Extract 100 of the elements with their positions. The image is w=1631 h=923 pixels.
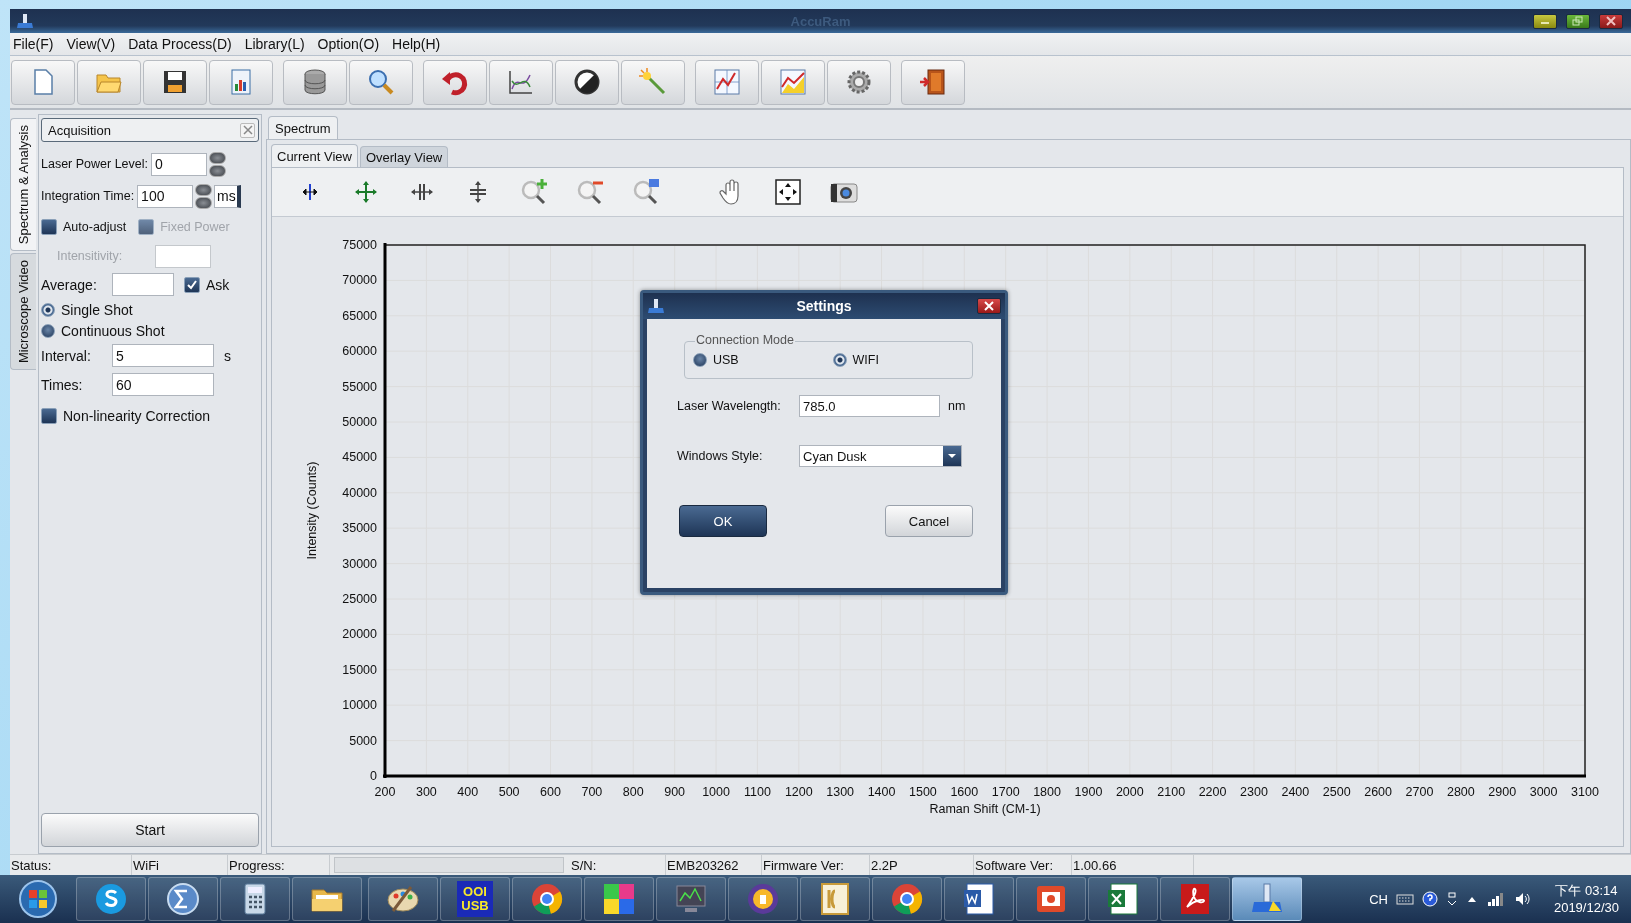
signal-icon[interactable]: [1485, 891, 1506, 907]
taskbar-app[interactable]: [800, 877, 870, 921]
x-tick-label: 1100: [743, 785, 771, 799]
field-label: Laser Wavelength:: [677, 399, 782, 413]
radio-dot[interactable]: [41, 302, 55, 317]
taskbar-app[interactable]: [512, 877, 582, 921]
ok-button[interactable]: OK: [679, 505, 767, 537]
radio-button[interactable]: Single Shot: [41, 301, 133, 318]
checkbox-box[interactable]: [184, 276, 200, 293]
taskbar-app[interactable]: [1088, 877, 1158, 921]
checkbox[interactable]: Ask: [184, 276, 230, 293]
contrast-icon: [572, 67, 602, 97]
taskbar-app[interactable]: [1016, 877, 1086, 921]
minimize-button[interactable]: [1533, 13, 1557, 29]
x-tick-label: 500: [498, 785, 520, 799]
x-tick-label: 1600: [950, 785, 979, 799]
input-field[interactable]: 785.0: [799, 395, 940, 417]
tab[interactable]: Current View: [271, 144, 358, 167]
restore-button[interactable]: [1566, 13, 1590, 29]
x-tick-label: 1800: [1033, 785, 1061, 799]
taskbar-app[interactable]: [1160, 877, 1230, 921]
input-language[interactable]: CH: [1369, 891, 1388, 907]
radio-dot[interactable]: [41, 323, 55, 338]
y-tick-label: 65000: [342, 308, 377, 323]
y-tick-label: 0: [370, 769, 377, 783]
tab[interactable]: Spectrum: [268, 116, 338, 139]
tray-caret-icon[interactable]: [1445, 891, 1458, 907]
y-tick-label: 55000: [342, 379, 377, 394]
spinner-buttons[interactable]: [195, 183, 213, 209]
x-tick-label: 2000: [1115, 785, 1144, 799]
field-label: Integration Time:: [41, 189, 135, 203]
radio-button[interactable]: Continuous Shot: [41, 322, 165, 339]
toolbar-button[interactable]: [143, 59, 207, 105]
checkbox-label: Fixed Power: [160, 220, 230, 234]
radio-button[interactable]: USB: [693, 353, 833, 367]
checkbox[interactable]: Auto-adjust: [41, 219, 127, 235]
taskbar-app[interactable]: [220, 877, 290, 921]
radio-dot[interactable]: [832, 353, 847, 367]
keyboard-icon[interactable]: [1395, 892, 1414, 906]
math-app-icon: [165, 881, 201, 917]
taskbar-app[interactable]: OOI USB: [440, 877, 510, 921]
style-dropdown[interactable]: Cyan Dusk: [799, 445, 962, 467]
menu-item[interactable]: View(V): [66, 36, 123, 52]
start-button[interactable]: Start: [41, 813, 259, 847]
taskbar-app[interactable]: [148, 877, 218, 921]
cancel-button[interactable]: Cancel: [885, 505, 973, 537]
close-button[interactable]: [1599, 13, 1623, 29]
taskbar-app[interactable]: [368, 877, 438, 921]
radio-label: WIFI: [852, 353, 879, 367]
toolbar-button[interactable]: [555, 59, 619, 105]
taskbar-app[interactable]: [944, 877, 1014, 921]
close-icon: [983, 301, 995, 311]
x-tick-label: 1200: [784, 785, 813, 799]
x-tick-label: 1300: [826, 785, 855, 799]
side-tab[interactable]: Spectrum & Analysis: [10, 118, 36, 252]
taskbar-app[interactable]: [584, 877, 654, 921]
x-tick-label: 1000: [702, 785, 730, 799]
spinner-buttons[interactable]: [209, 151, 226, 177]
colorful-app-icon: [601, 881, 637, 917]
y-axis-title: Intensity (Counts): [305, 461, 319, 560]
taskbar-app[interactable]: [728, 877, 798, 921]
taskbar-app[interactable]: [872, 877, 942, 921]
tab[interactable]: Overlay View: [359, 146, 449, 167]
unit-dropdown[interactable]: ms: [214, 184, 242, 208]
side-tab[interactable]: Microscope Video: [10, 253, 36, 371]
input-field[interactable]: [112, 273, 174, 296]
taskbar-app[interactable]: [292, 877, 362, 921]
close-panel-button[interactable]: [240, 122, 255, 138]
fit-view-icon: [773, 177, 803, 207]
menu-item[interactable]: File(F): [13, 36, 61, 52]
menu-item[interactable]: Option(O): [317, 36, 387, 52]
x-tick-label: 3100: [1571, 785, 1599, 799]
x-tick-label: 1700: [991, 785, 1020, 799]
volume-icon[interactable]: [1513, 891, 1532, 907]
checkbox-box[interactable]: [41, 407, 57, 424]
y-tick-label: 5000: [349, 733, 377, 748]
unit-label: s: [224, 347, 231, 364]
radio-dot[interactable]: [693, 353, 707, 367]
number-field[interactable]: 100: [137, 184, 194, 208]
x-tick-label: 900: [664, 785, 686, 799]
menu-item[interactable]: Data Process(D): [128, 36, 239, 52]
chat-app-icon: [93, 881, 129, 917]
y-tick-label: 45000: [342, 450, 377, 465]
radio-label: USB: [713, 353, 739, 367]
toolbar-button[interactable]: [901, 59, 965, 105]
y-tick-label: 50000: [342, 415, 377, 429]
taskbar-app[interactable]: [76, 877, 146, 921]
input-field[interactable]: 5: [112, 344, 214, 367]
input-field[interactable]: 60: [112, 373, 214, 396]
radio-button[interactable]: WIFI: [832, 353, 972, 367]
help-icon[interactable]: [1421, 891, 1438, 907]
close-button[interactable]: [977, 298, 1001, 314]
x-tick-label: 800: [622, 785, 644, 799]
clock[interactable]: 下午 03:14 2019/12/30: [1553, 882, 1619, 916]
menu-item[interactable]: Help(H): [392, 36, 448, 52]
menu-item[interactable]: Library(L): [244, 36, 312, 52]
input-field[interactable]: [155, 244, 211, 268]
checkbox-box[interactable]: [41, 219, 57, 235]
x-tick-label: 1900: [1074, 785, 1103, 799]
number-field[interactable]: 0: [151, 152, 207, 176]
